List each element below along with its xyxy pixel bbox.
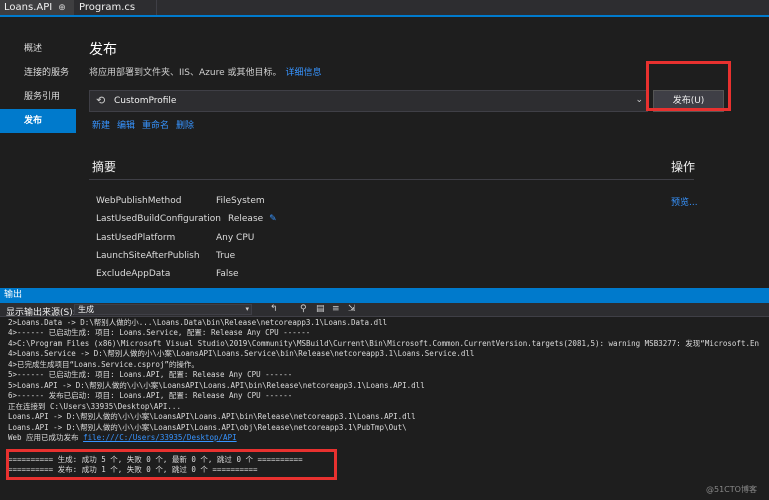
- output-line: 4>已完成生成项目“Loans.Service.csproj”的操作。: [8, 360, 199, 369]
- clear-all-icon[interactable]: ▤: [316, 304, 325, 314]
- profile-dropdown[interactable]: ⟲ CustomProfile ⌄: [89, 90, 648, 112]
- pencil-icon[interactable]: ✎: [269, 214, 277, 224]
- tab-label: Loans.API: [4, 2, 53, 13]
- property-value: FileSystem: [216, 196, 265, 206]
- property-value: Release: [228, 214, 264, 224]
- output-source-value: 生成: [78, 305, 94, 314]
- sidebar-item-service-references[interactable]: 服务引用: [0, 85, 76, 109]
- profile-actions: 新建 编辑 重命名 删除: [92, 118, 201, 131]
- output-line: 4>Loans.Service -> D:\帮别人做的小\小案\LoansAPI…: [8, 349, 475, 358]
- document-tab-bar: Loans.API ⊕ Program.cs: [0, 0, 769, 17]
- property-name: LaunchSiteAfterPublish: [96, 251, 200, 261]
- output-line: 2>Loans.Data -> D:\帮别人做的小...\Loans.Data\…: [8, 318, 388, 327]
- output-line-web-published: Web 应用已成功发布 file:///C:/Users/33935/Deskt…: [8, 433, 237, 443]
- word-wrap-icon[interactable]: ≡: [332, 304, 340, 314]
- delete-profile-link[interactable]: 删除: [176, 121, 194, 131]
- toggle-wrap-icon[interactable]: ⇲: [348, 304, 356, 314]
- new-profile-link[interactable]: 新建: [92, 121, 110, 131]
- property-name: LastUsedPlatform: [96, 233, 176, 243]
- edit-profile-link[interactable]: 编辑: [117, 121, 135, 131]
- property-value: Any CPU: [216, 233, 255, 243]
- page-title: 发布: [89, 42, 117, 58]
- summary-heading: 摘要: [92, 160, 117, 174]
- watermark: @51CTO博客: [706, 485, 757, 494]
- chevron-down-icon[interactable]: ▾: [245, 305, 249, 314]
- output-line: 正在连接到 C:\Users\33935\Desktop\API...: [8, 402, 181, 411]
- output-line: 4>------ 已启动生成: 项目: Loans.Service, 配置: R…: [8, 328, 311, 337]
- tab-program-cs[interactable]: Program.cs: [75, 0, 157, 15]
- summary-divider: [89, 179, 671, 180]
- sidebar: 概述 连接的服务 服务引用 发布: [0, 37, 76, 133]
- output-line: Loans.API -> D:\帮别人做的\小\小案\LoansAPI\Loan…: [8, 412, 416, 421]
- output-line: 4>C:\Program Files (x86)\Microsoft Visua…: [8, 339, 760, 348]
- property-value-config: Release ✎: [228, 214, 277, 224]
- sidebar-item-publish[interactable]: 发布: [0, 109, 76, 133]
- property-name: LastUsedBuildConfiguration: [96, 214, 221, 224]
- output-line: 5>Loans.API -> D:\帮别人做的\小\小案\LoansAPI\Lo…: [8, 381, 425, 390]
- property-name: ExcludeAppData: [96, 269, 171, 279]
- tab-label: Program.cs: [79, 2, 136, 13]
- tab-loans-api[interactable]: Loans.API ⊕: [0, 0, 74, 15]
- highlight-box-publish: [646, 61, 731, 111]
- output-text: Web 应用已成功发布: [8, 433, 84, 442]
- property-value: False: [216, 269, 239, 279]
- sidebar-item-connected-services[interactable]: 连接的服务: [0, 61, 76, 85]
- preview-link[interactable]: 预览...: [671, 195, 698, 208]
- output-line: 6>------ 发布已启动: 项目: Loans.API, 配置: Relea…: [8, 391, 293, 400]
- operations-heading: 操作: [671, 160, 696, 174]
- chevron-down-icon[interactable]: ⌄: [635, 95, 643, 105]
- output-source-select[interactable]: 生成 ▾: [74, 304, 252, 315]
- find-message-icon[interactable]: ⚲: [300, 304, 307, 314]
- page-subtitle: 将应用部署到文件夹、IIS、Azure 或其他目标。 详细信息: [89, 65, 322, 78]
- output-line: Loans.API -> D:\帮别人做的\小\小案\LoansAPI\Loan…: [8, 423, 407, 432]
- tab-pin-icon[interactable]: ⊕: [58, 3, 66, 13]
- output-line: 5>------ 已启动生成: 项目: Loans.API, 配置: Relea…: [8, 370, 293, 379]
- operations-divider: [671, 179, 694, 180]
- details-link[interactable]: 详细信息: [286, 68, 322, 78]
- profile-name: CustomProfile: [114, 96, 177, 106]
- subtitle-text: 将应用部署到文件夹、IIS、Azure 或其他目标。: [89, 68, 282, 78]
- property-name: WebPublishMethod: [96, 196, 182, 206]
- highlight-box-results: [6, 449, 337, 480]
- goto-previous-message-icon[interactable]: ↰: [270, 304, 278, 314]
- output-toolbar: 显示输出来源(S): 生成 ▾ ↰ ⚲ ▤ ≡ ⇲: [0, 303, 769, 318]
- property-value: True: [216, 251, 236, 261]
- sidebar-item-overview[interactable]: 概述: [0, 37, 76, 61]
- publish-page: 概述 连接的服务 服务引用 发布 发布 将应用部署到文件夹、IIS、Azure …: [0, 17, 769, 288]
- publish-folder-link[interactable]: file:///C:/Users/33935/Desktop/API: [83, 433, 237, 442]
- output-window-title: 输出: [0, 288, 769, 303]
- rename-profile-link[interactable]: 重命名: [142, 121, 169, 131]
- publish-profile-icon: ⟲: [96, 94, 106, 107]
